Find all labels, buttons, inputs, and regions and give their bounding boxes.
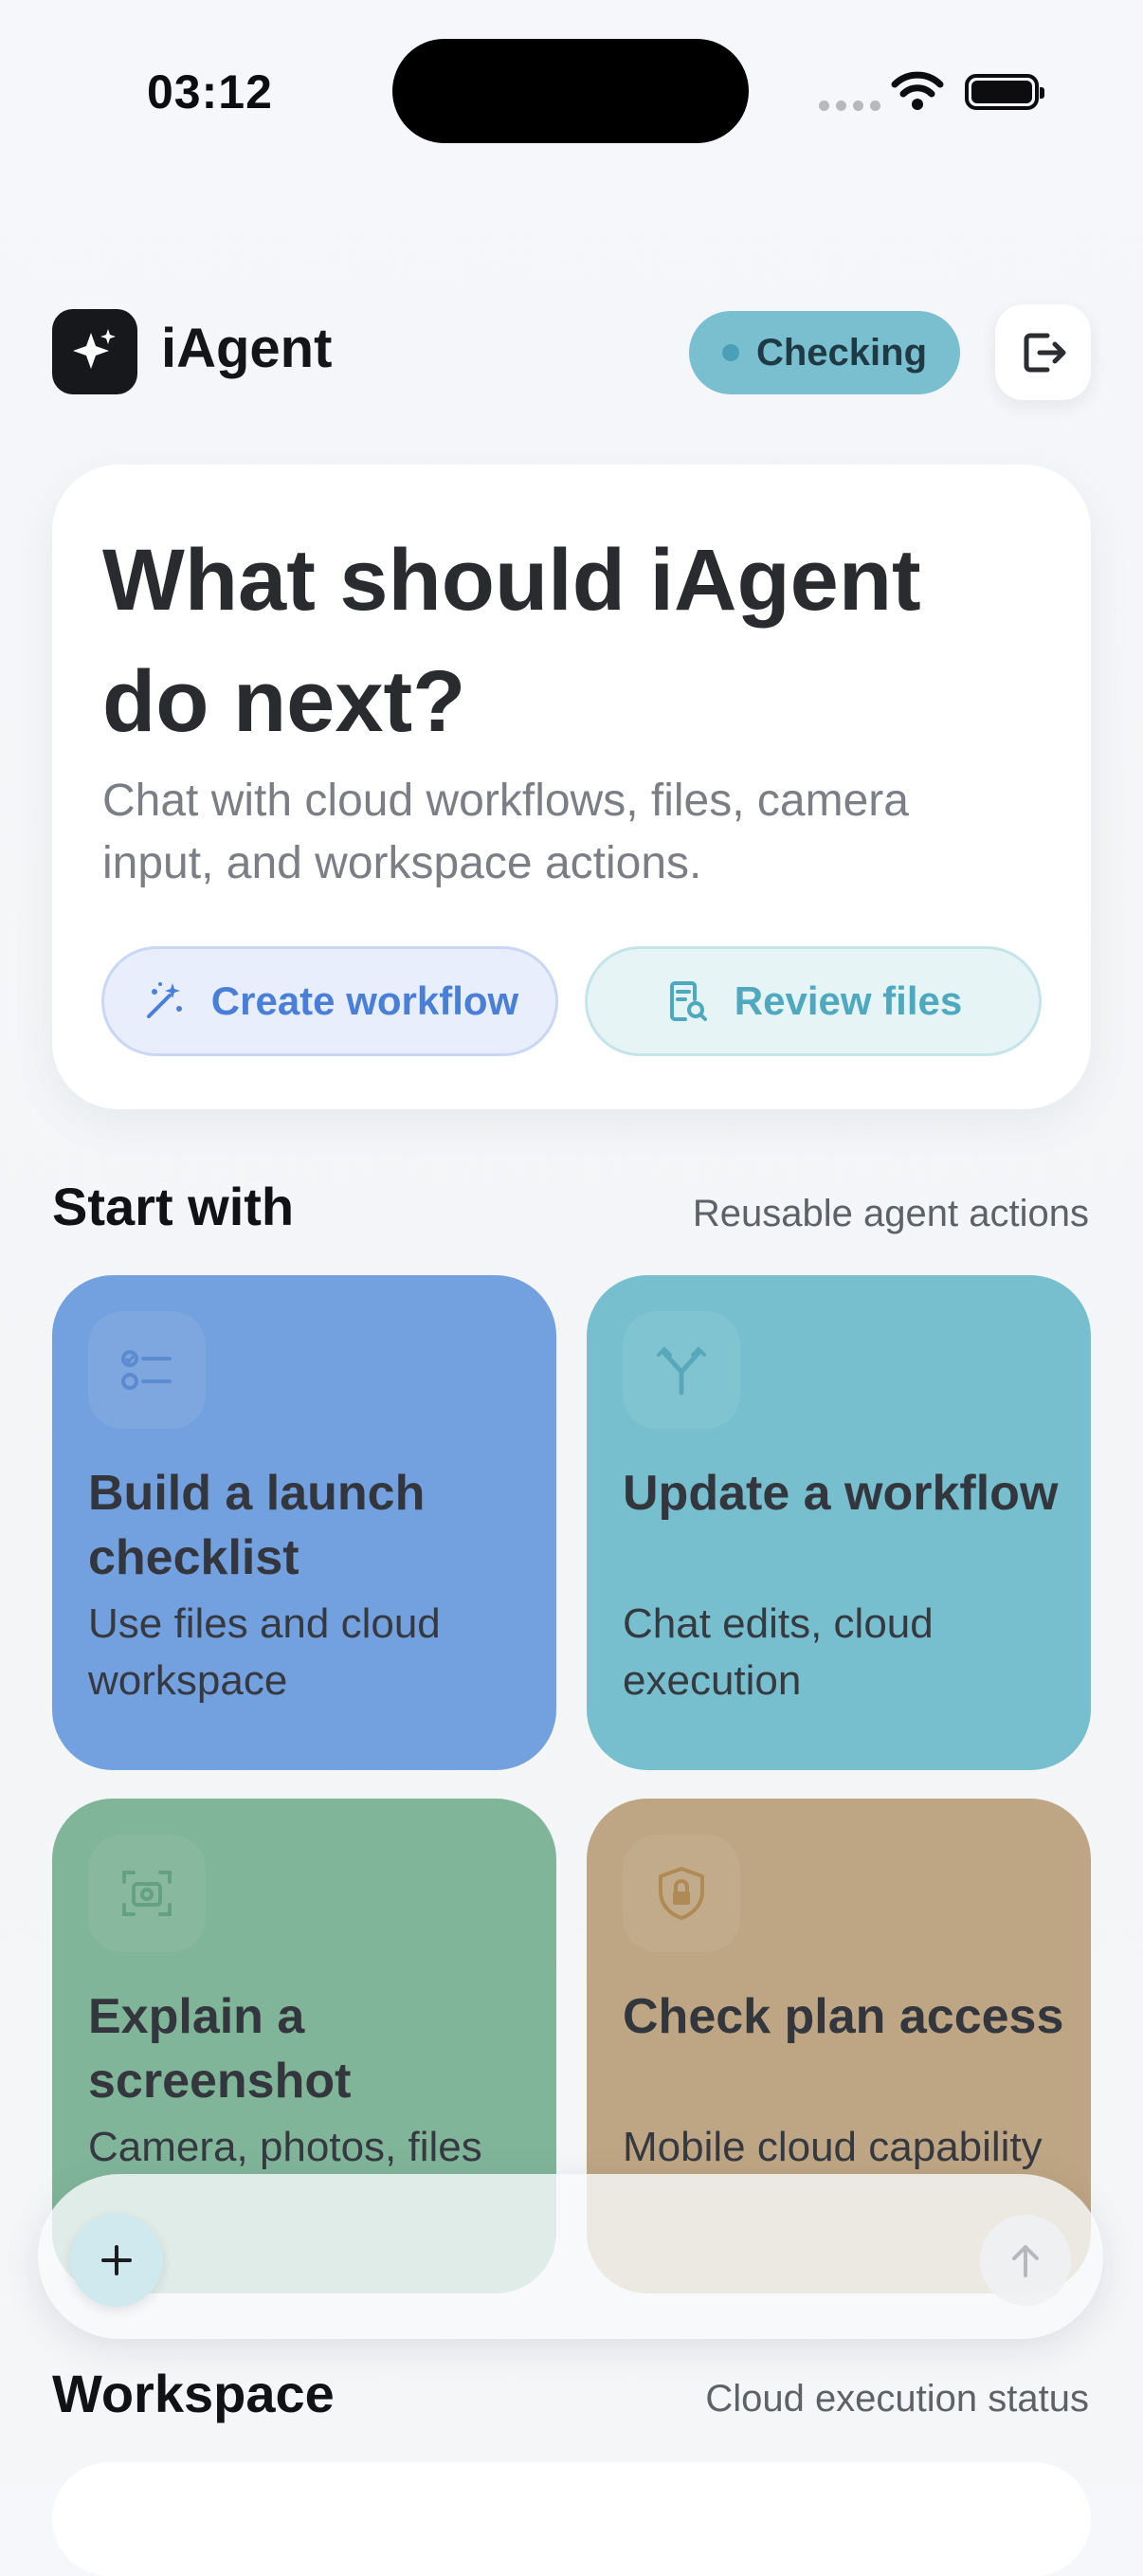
- status-time: 03:12: [147, 65, 273, 119]
- battery-icon: [965, 74, 1044, 110]
- connection-status-badge[interactable]: Checking: [689, 311, 960, 394]
- start-with-heading: Start with: [52, 1177, 295, 1236]
- status-dot-icon: [721, 344, 739, 361]
- send-button[interactable]: [980, 2215, 1071, 2306]
- chat-composer[interactable]: [38, 2174, 1103, 2339]
- branch-icon: [623, 1311, 740, 1429]
- add-attachment-button[interactable]: [70, 2214, 163, 2307]
- document-search-icon: [669, 981, 707, 1021]
- create-workflow-label: Create workflow: [210, 978, 519, 1023]
- action-card-update-workflow[interactable]: Update a workflow Chat edits, cloud exec…: [587, 1275, 1091, 1770]
- logout-icon: [1024, 333, 1065, 372]
- magic-wand-icon: [146, 982, 182, 1018]
- card-title: Check plan access: [623, 1989, 1064, 2044]
- arrow-up-icon: [1012, 2245, 1039, 2277]
- dynamic-island: [392, 39, 749, 143]
- start-with-caption: Reusable agent actions: [692, 1193, 1089, 1234]
- card-title: Update a workflow: [623, 1466, 1059, 1521]
- review-files-label: Review files: [734, 978, 963, 1023]
- app-title: iAgent: [161, 318, 333, 379]
- create-workflow-button[interactable]: Create workflow: [101, 946, 558, 1056]
- sparkle-icon: [73, 329, 116, 369]
- card-description: Camera, photos, files: [88, 2124, 482, 2170]
- review-files-button[interactable]: Review files: [585, 946, 1042, 1056]
- camera-scan-icon: [88, 1835, 206, 1952]
- checklist-icon: [88, 1311, 206, 1429]
- connection-status-label: Checking: [755, 331, 928, 374]
- card-title: Explain a screenshot: [88, 1989, 352, 2109]
- plus-icon: [101, 2245, 132, 2275]
- card-description: Mobile cloud capability: [623, 2124, 1043, 2170]
- card-description: Chat edits, cloud execution: [623, 1600, 934, 1704]
- logout-button[interactable]: [995, 304, 1091, 400]
- card-description: Use files and cloud workspace: [88, 1600, 441, 1704]
- hero-subtitle: Chat with cloud workflows, files, camera…: [102, 776, 909, 888]
- app-logo: [52, 309, 137, 394]
- shield-lock-icon: [623, 1835, 740, 1952]
- workspace-card: [52, 2462, 1091, 2576]
- card-title: Build a launch checklist: [88, 1466, 426, 1585]
- hero-title: What should iAgent do next?: [102, 532, 921, 750]
- workspace-heading: Workspace: [52, 2364, 335, 2423]
- action-card-launch-checklist[interactable]: Build a launch checklist Use files and c…: [52, 1275, 556, 1770]
- workspace-caption: Cloud execution status: [705, 2378, 1089, 2420]
- cellular-signal-icon: [819, 100, 880, 111]
- wifi-icon: [891, 69, 944, 116]
